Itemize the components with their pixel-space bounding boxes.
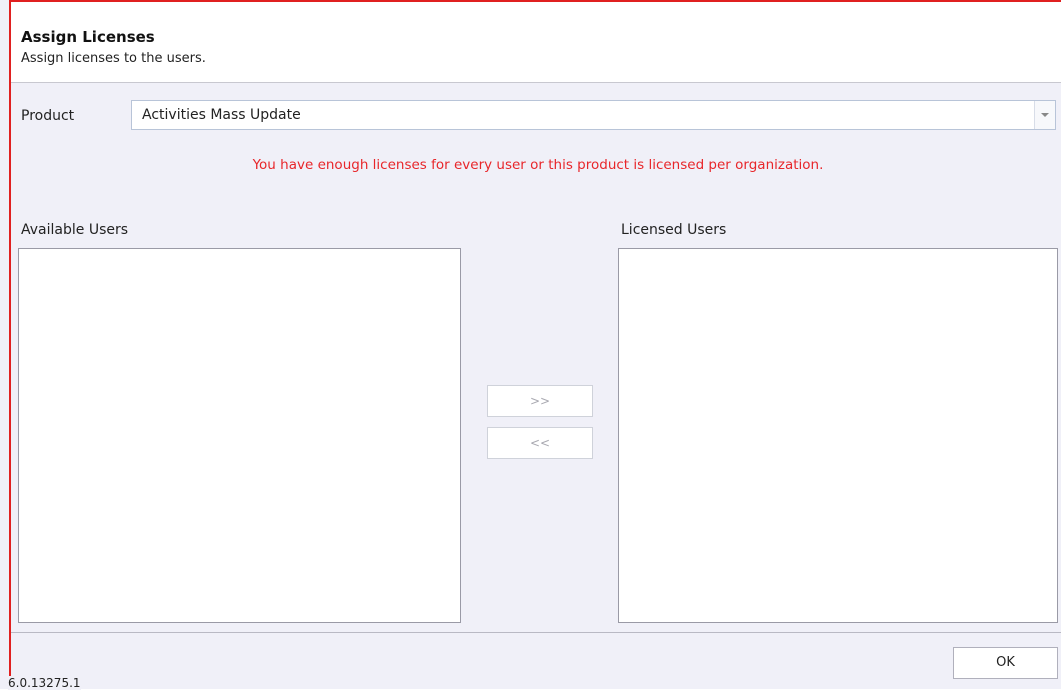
remove-license-button[interactable]: << xyxy=(487,427,593,459)
add-license-button[interactable]: >> xyxy=(487,385,593,417)
product-select-value: Activities Mass Update xyxy=(142,107,301,123)
dialog-header: Assign Licenses Assign licenses to the u… xyxy=(11,2,1061,83)
dropdown-button[interactable] xyxy=(1034,101,1055,129)
version-label: 6.0.13275.1 xyxy=(8,676,81,690)
dialog-subtitle: Assign licenses to the users. xyxy=(21,51,206,66)
dialog-title: Assign Licenses xyxy=(21,28,155,46)
product-label: Product xyxy=(21,108,75,124)
footer-divider xyxy=(11,632,1061,633)
ok-button[interactable]: OK xyxy=(953,647,1058,679)
licensed-users-list[interactable] xyxy=(618,248,1058,623)
available-users-label: Available Users xyxy=(21,222,129,238)
license-status-message: You have enough licenses for every user … xyxy=(252,157,824,173)
assign-licenses-dialog: Assign Licenses Assign licenses to the u… xyxy=(0,0,1061,690)
chevron-down-icon xyxy=(1041,113,1049,117)
product-select[interactable]: Activities Mass Update xyxy=(131,100,1056,130)
licensed-users-label: Licensed Users xyxy=(621,222,727,238)
available-users-list[interactable] xyxy=(18,248,461,623)
frame-border-left xyxy=(9,0,11,689)
